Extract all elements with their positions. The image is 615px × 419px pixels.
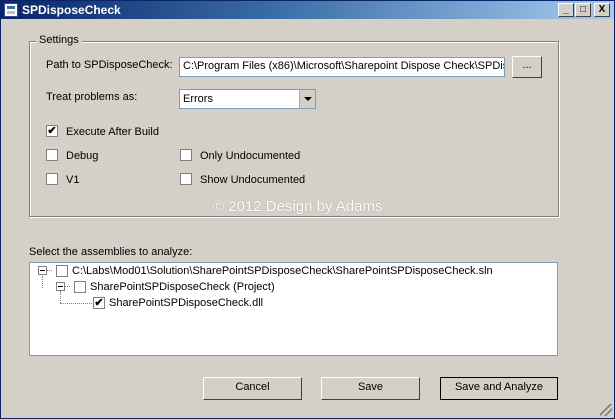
expand-collapse-icon[interactable] — [56, 282, 65, 291]
dialog-window: SPDisposeCheck _ □ X Settings Path to SP… — [0, 0, 615, 419]
resize-grip-icon[interactable] — [600, 404, 612, 416]
debug-label: Debug — [66, 150, 99, 162]
tree-item-dll[interactable]: SharePointSPDisposeCheck.dll — [109, 297, 263, 309]
execute-after-build-label: Execute After Build — [66, 126, 159, 138]
tree-connector — [42, 276, 43, 288]
tree-item-solution[interactable]: C:\Labs\Mod01\Solution\SharePointSPDispo… — [72, 265, 493, 277]
maximize-button[interactable]: □ — [575, 3, 591, 17]
tree-connector — [60, 303, 92, 304]
execute-after-build-checkbox[interactable]: ✔ — [46, 125, 58, 137]
save-and-analyze-button[interactable]: Save and Analyze — [440, 377, 558, 400]
tree-item-checkbox[interactable] — [56, 265, 68, 277]
expand-collapse-icon[interactable] — [38, 266, 47, 275]
cancel-button[interactable]: Cancel — [203, 377, 302, 400]
window-title: SPDisposeCheck — [22, 3, 121, 17]
treat-problems-select[interactable]: Errors — [179, 89, 316, 109]
show-undocumented-checkbox[interactable] — [180, 173, 192, 185]
minimize-button[interactable]: _ — [558, 3, 574, 17]
treat-problems-value: Errors — [183, 93, 213, 105]
path-label: Path to SPDisposeCheck: — [46, 59, 173, 71]
browse-button[interactable]: ... — [512, 56, 542, 78]
tree-connector — [60, 291, 61, 303]
close-button[interactable]: X — [594, 3, 610, 17]
show-undocumented-label: Show Undocumented — [200, 174, 306, 186]
tree-item-checkbox[interactable]: ✔ — [93, 297, 105, 309]
only-undocumented-checkbox[interactable] — [180, 149, 192, 161]
treat-problems-label: Treat problems as: — [46, 91, 138, 103]
path-input[interactable]: C:\Program Files (x86)\Microsoft\Sharepo… — [179, 57, 505, 77]
v1-label: V1 — [66, 174, 80, 186]
title-bar[interactable]: SPDisposeCheck _ □ X — [1, 1, 614, 19]
assemblies-tree[interactable]: C:\Labs\Mod01\Solution\SharePointSPDispo… — [29, 262, 558, 356]
watermark-text: © 2012 Design by Adams — [213, 198, 383, 215]
app-icon — [4, 3, 18, 17]
only-undocumented-label: Only Undocumented — [200, 150, 301, 162]
debug-checkbox[interactable] — [46, 149, 58, 161]
settings-group-label: Settings — [36, 34, 82, 46]
path-input-value: C:\Program Files (x86)\Microsoft\Sharepo… — [183, 60, 504, 72]
v1-checkbox[interactable] — [46, 173, 58, 185]
save-button[interactable]: Save — [321, 377, 420, 400]
tree-item-project[interactable]: SharePointSPDisposeCheck (Project) — [90, 281, 275, 293]
assemblies-label: Select the assemblies to analyze: — [29, 246, 193, 258]
chevron-down-icon[interactable] — [299, 90, 315, 108]
tree-item-checkbox[interactable] — [74, 281, 86, 293]
